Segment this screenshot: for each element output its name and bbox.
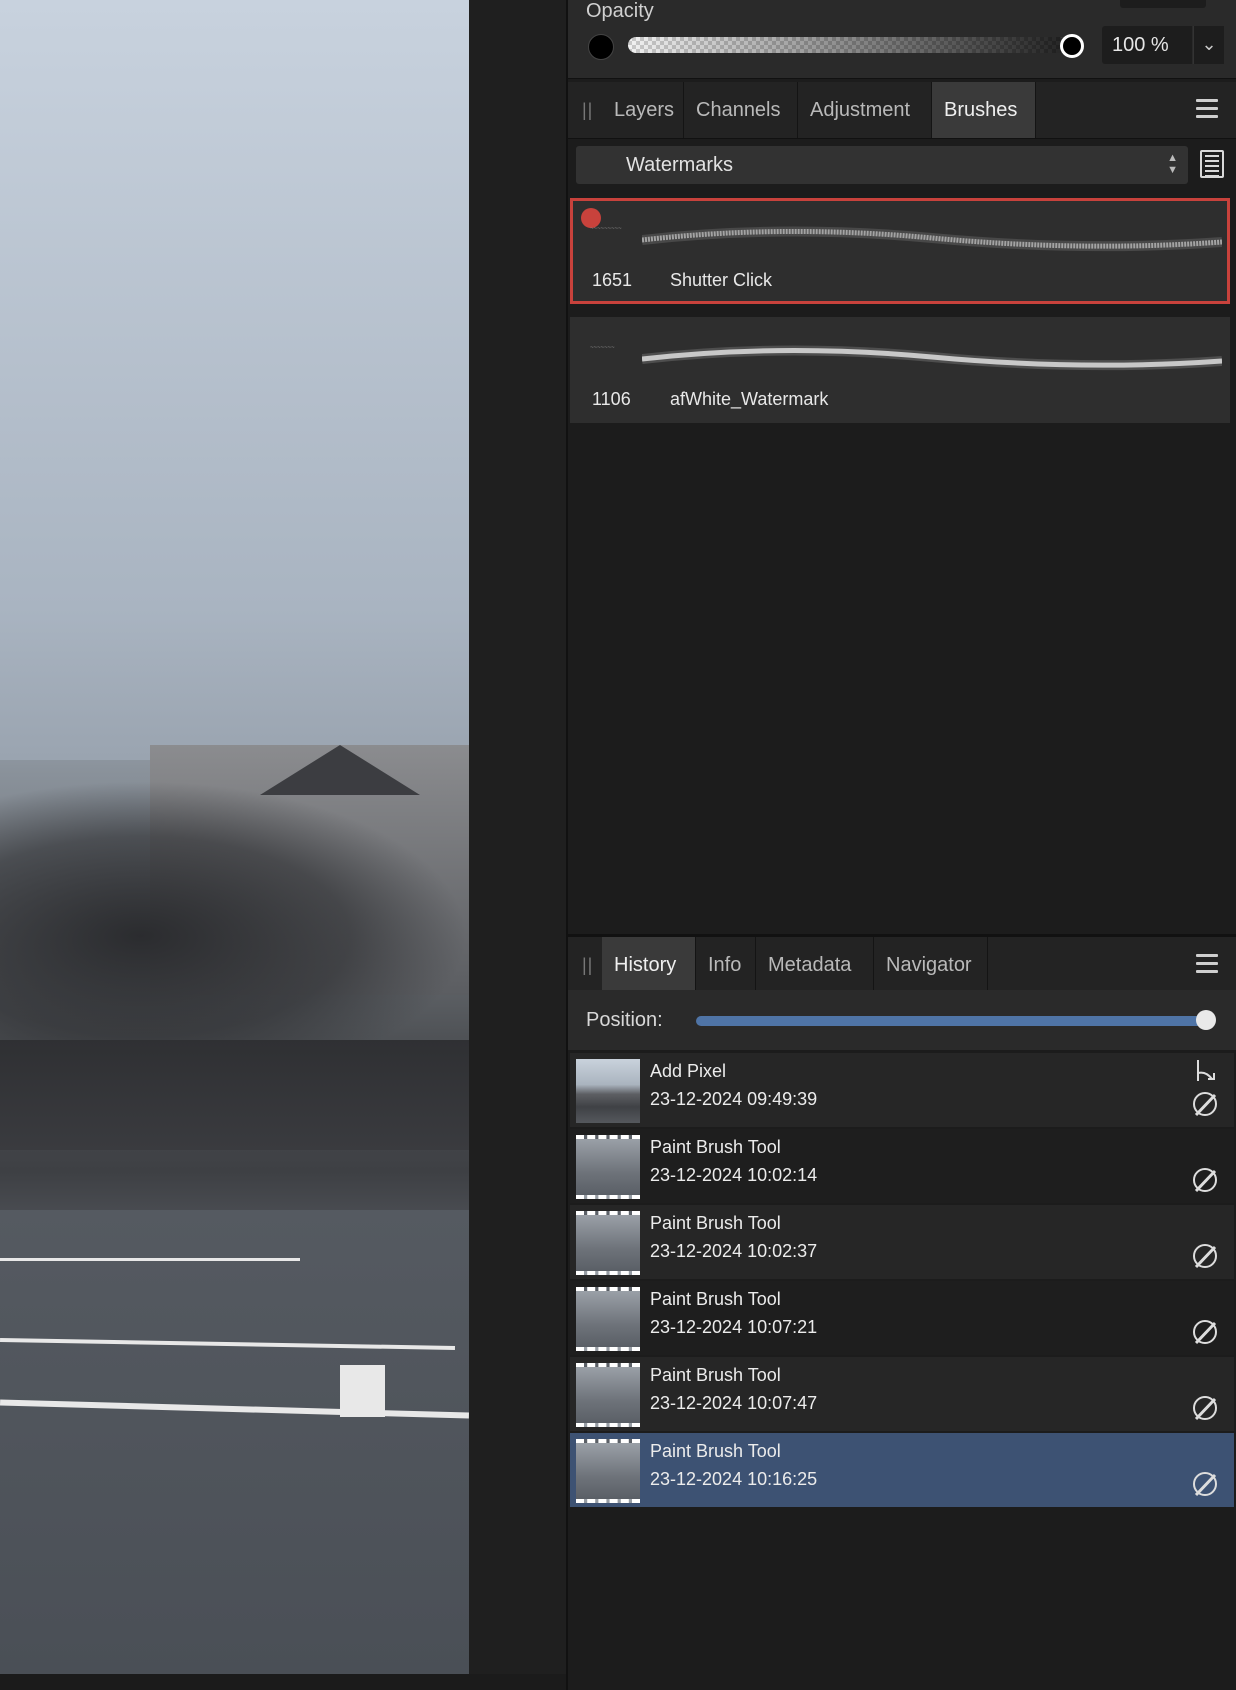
road-marking [340, 1365, 385, 1417]
brush-name: Shutter Click [670, 270, 773, 290]
paint-brush-icon [1193, 1092, 1217, 1117]
hex-color-field[interactable] [1120, 0, 1206, 8]
tab-navigator[interactable]: Navigator [874, 937, 988, 993]
brush-size: 1106 [592, 389, 631, 409]
history-entry-title: Paint Brush Tool [650, 1441, 781, 1461]
history-thumbnail [576, 1135, 640, 1199]
history-entry-title: Paint Brush Tool [650, 1365, 781, 1385]
history-entry-time: 23-12-2024 10:02:37 [650, 1241, 818, 1261]
history-entry-title: Paint Brush Tool [650, 1213, 781, 1233]
history-thumbnail [576, 1059, 640, 1123]
canvas-trees [0, 780, 469, 1040]
road-marking [0, 1258, 300, 1261]
tab-info[interactable]: Info [696, 937, 756, 993]
panel-grip-icon[interactable]: || [582, 955, 593, 976]
canvas-bottom-bar [0, 1674, 566, 1690]
paint-brush-icon [1193, 1396, 1217, 1421]
chevron-updown-icon: ▲ ▼ [1167, 152, 1178, 176]
history-thumbnail [576, 1439, 640, 1503]
history-entry[interactable]: Add Pixel 23-12-2024 09:49:39 [570, 1053, 1234, 1127]
history-entry[interactable]: Paint Brush Tool 23-12-2024 10:16:25 [570, 1433, 1234, 1507]
history-tabbar: || History Info Metadata Navigator [568, 934, 1236, 994]
history-entry-time: 23-12-2024 10:07:47 [650, 1393, 818, 1413]
history-thumbnail [576, 1211, 640, 1275]
history-entry-time: 23-12-2024 10:07:21 [650, 1317, 818, 1337]
history-thumbnail [576, 1287, 640, 1351]
tab-metadata[interactable]: Metadata [756, 937, 874, 993]
brush-stroke-preview [642, 345, 1222, 371]
tab-brushes[interactable]: Brushes [932, 82, 1036, 138]
opacity-slider[interactable] [628, 37, 1068, 53]
brush-item[interactable]: ~~~~~~~ 1106 afWhite_Watermark [570, 317, 1230, 423]
watermark-thumbnail-icon: ~~~~~~~ [590, 345, 615, 351]
panel-grip-icon[interactable]: || [582, 100, 593, 121]
brush-category-select[interactable]: Watermarks ▲ ▼ [576, 146, 1188, 184]
tab-layers[interactable]: Layers [602, 82, 684, 138]
watermark-thumbnail-icon: ~~~~~~~~~ [590, 226, 622, 232]
history-position-handle[interactable] [1196, 1010, 1216, 1030]
hamburger-menu-icon[interactable] [1196, 954, 1218, 978]
list-view-icon[interactable] [1200, 150, 1224, 178]
brush-category-label: Watermarks [626, 154, 734, 176]
canvas-gutter [469, 0, 566, 1690]
history-entry-title: Add Pixel [650, 1061, 727, 1081]
canvas-road [0, 1210, 469, 1674]
history-entry[interactable]: Paint Brush Tool 23-12-2024 10:02:14 [570, 1129, 1234, 1203]
brush-name: afWhite_Watermark [670, 389, 829, 409]
opacity-value-field[interactable]: 100 % [1102, 26, 1192, 64]
studio-tabbar: || Layers Channels Adjustment Brushes [568, 82, 1236, 139]
history-entry-time: 23-12-2024 10:02:14 [650, 1165, 818, 1185]
canvas-sky [0, 0, 469, 760]
brush-stroke-preview [642, 226, 1222, 252]
history-entry-title: Paint Brush Tool [650, 1289, 781, 1309]
tab-adjustment[interactable]: Adjustment [798, 82, 932, 138]
history-entry-time: 23-12-2024 09:49:39 [650, 1089, 818, 1109]
opacity-dropdown-button[interactable]: ⌄ [1193, 26, 1224, 64]
brush-size: 1651 [592, 270, 633, 290]
opacity-slider-handle[interactable] [1060, 34, 1084, 58]
hamburger-menu-icon[interactable] [1196, 99, 1218, 123]
paint-brush-icon [1193, 1244, 1217, 1269]
branch-icon [1197, 1060, 1215, 1081]
history-thumbnail [576, 1363, 640, 1427]
history-entry[interactable]: Paint Brush Tool 23-12-2024 10:07:21 [570, 1281, 1234, 1355]
history-entry-time: 23-12-2024 10:16:25 [650, 1469, 818, 1489]
opacity-label: Opacity [586, 0, 654, 22]
paint-brush-icon [1193, 1472, 1217, 1497]
history-position-section: Position: [568, 990, 1236, 1050]
paint-brush-icon [1193, 1168, 1217, 1193]
canvas-crowd [0, 1040, 469, 1150]
history-entry-title: Paint Brush Tool [650, 1137, 781, 1157]
history-entry[interactable]: Paint Brush Tool 23-12-2024 10:02:37 [570, 1205, 1234, 1279]
color-swatch[interactable] [588, 34, 614, 60]
paint-brush-icon [1193, 1320, 1217, 1345]
tab-channels[interactable]: Channels [684, 82, 798, 138]
history-entry[interactable]: Paint Brush Tool 23-12-2024 10:07:47 [570, 1357, 1234, 1431]
brush-item[interactable]: ~~~~~~~~~ 1651 Shutter Click [570, 198, 1230, 304]
opacity-section: Opacity 100 % ⌄ [568, 0, 1236, 79]
history-position-slider[interactable] [696, 1016, 1204, 1026]
tab-history[interactable]: History [602, 937, 696, 993]
selected-brush-dot-icon [581, 208, 601, 228]
studio-panel: Opacity 100 % ⌄ || Layers Channels Adjus… [566, 0, 1236, 1690]
document-canvas[interactable] [0, 0, 469, 1674]
position-label: Position: [586, 1009, 663, 1031]
